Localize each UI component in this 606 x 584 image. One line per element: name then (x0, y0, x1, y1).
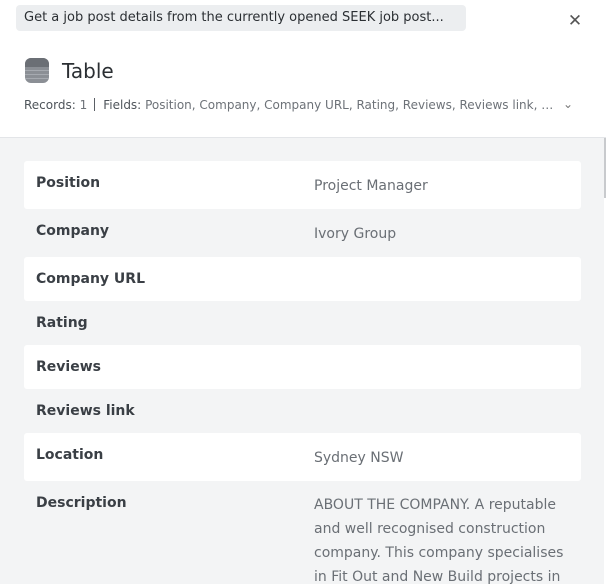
field-row-rating: Rating (24, 301, 581, 345)
page-title: Table (62, 59, 114, 83)
field-row-company-url: Company URL (24, 257, 581, 301)
field-row-position: Position Project Manager (24, 161, 581, 209)
table-icon (25, 58, 49, 83)
field-key: Company (36, 223, 110, 239)
field-row-location: Location Sydney NSW (24, 433, 581, 481)
meta-divider (94, 98, 96, 111)
field-value: Project Manager (314, 178, 428, 194)
field-row-description: Description ABOUT THE COMPANY. A reputab… (24, 481, 581, 584)
record-details: Position Project Manager Company Ivory G… (0, 138, 604, 584)
field-row-company: Company Ivory Group (24, 209, 581, 257)
panel-header: Get a job post details from the currentl… (0, 0, 606, 138)
field-key: Reviews link (36, 403, 135, 419)
field-key: Location (36, 447, 104, 463)
field-row-reviews-link: Reviews link (24, 389, 581, 433)
field-key: Rating (36, 315, 88, 331)
field-value: ABOUT THE COMPANY. A reputable and well … (314, 497, 564, 584)
field-key: Company URL (36, 271, 145, 287)
records-count: 1 (79, 98, 88, 112)
field-key: Position (36, 175, 101, 191)
field-value: Sydney NSW (314, 450, 404, 466)
chevron-down-icon[interactable]: ⌄ (563, 97, 573, 111)
field-value: Ivory Group (314, 226, 397, 242)
table-meta: Records: 1 Fields: Position, Company, Com… (24, 97, 554, 113)
records-label: Records: (24, 98, 76, 112)
fields-label: Fields: (103, 98, 142, 112)
field-row-reviews: Reviews (24, 345, 581, 389)
fields-list: Position, Company, Company URL, Rating, … (145, 98, 554, 112)
field-key: Description (36, 495, 127, 511)
field-key: Reviews (36, 359, 101, 375)
task-title-chip: Get a job post details from the currentl… (16, 5, 466, 31)
close-icon[interactable]: ✕ (564, 10, 586, 32)
